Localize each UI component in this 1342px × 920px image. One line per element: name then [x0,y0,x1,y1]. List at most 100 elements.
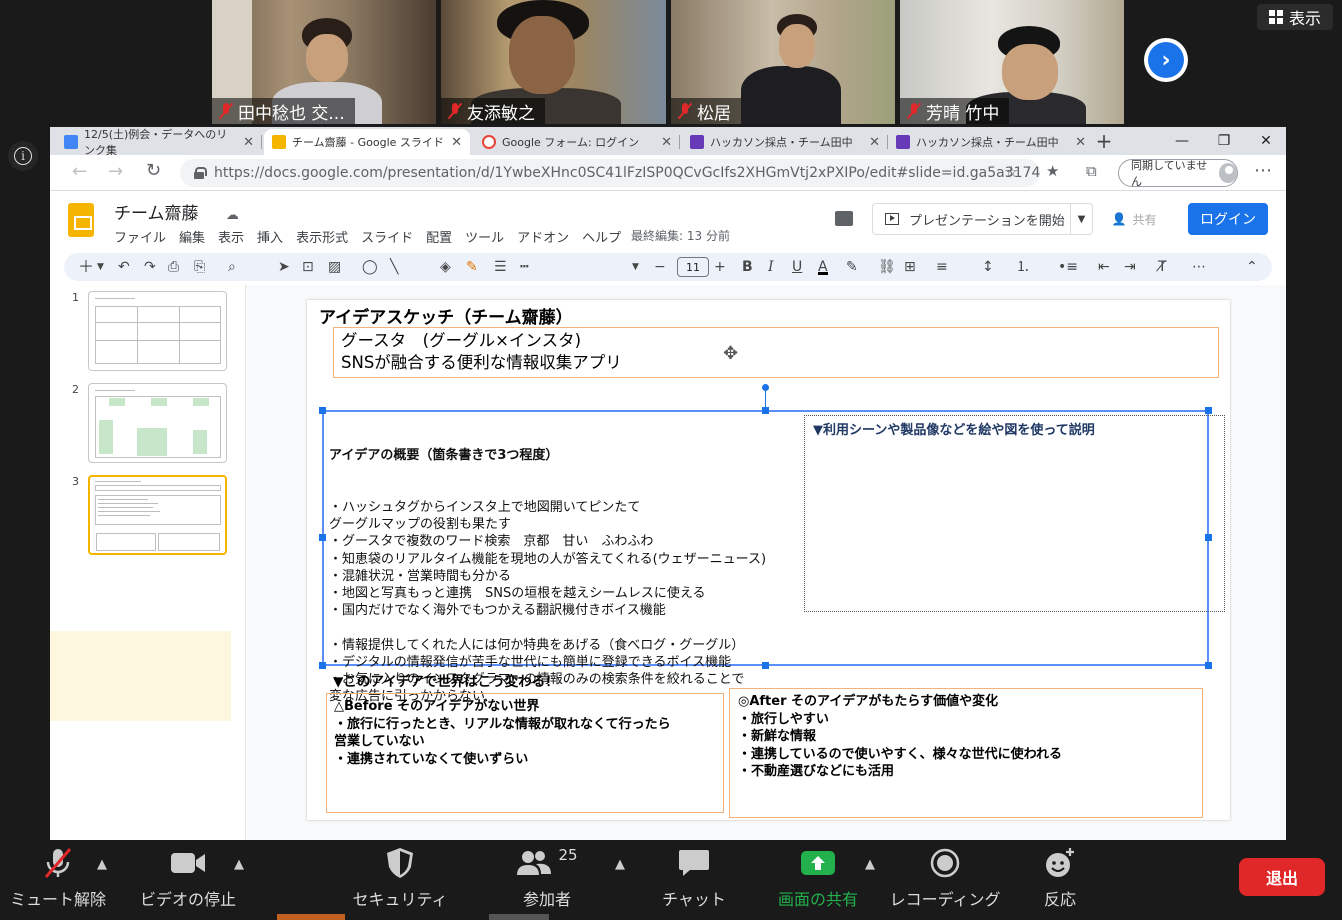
reload-icon[interactable]: ↻ [146,160,161,181]
rotation-handle[interactable] [762,384,769,391]
slide-thumbnail[interactable] [88,291,227,371]
link-icon[interactable]: ⛓ [878,259,896,275]
close-tab-icon[interactable]: ✕ [869,135,880,150]
sync-status-button[interactable]: 同期していません [1118,159,1238,188]
shape-icon[interactable]: ◯ [362,259,378,275]
more-icon[interactable]: ⋯ [1254,160,1272,181]
video-tile-3[interactable]: 松居 [671,0,895,124]
line-icon[interactable]: ╲ [390,259,398,275]
browser-tab[interactable]: ハッカソン採点・チーム田中 ✕ [888,129,1094,155]
italic-icon[interactable]: I [768,259,774,275]
audio-options-caret[interactable]: ▲ [97,857,107,872]
increase-indent-icon[interactable]: ⇥ [1124,259,1136,275]
after-box[interactable]: ◎After そのアイデアがもたらす価値や変化 ・旅行しやすい ・新鮮な情報 ・… [729,688,1203,818]
slide-thumbnail[interactable] [88,383,227,463]
increase-font-icon[interactable]: + [714,259,726,275]
close-tab-icon[interactable]: ✕ [661,135,672,150]
menu-arrange[interactable]: 配置 [426,227,452,246]
concept-text-box[interactable]: グースタ (グーグル×インスタ) SNSが融合する便利な情報収集アプリ [333,327,1219,378]
comment-history-icon[interactable] [835,211,853,226]
line-spacing-icon[interactable]: ↕ [982,259,994,275]
security-button[interactable]: セキュリティ [350,840,450,920]
clear-formatting-icon[interactable]: T̸ [1158,259,1167,275]
forward-icon[interactable]: → [108,161,123,182]
video-tile-2[interactable]: 友添敏之 [441,0,666,124]
resize-handle[interactable] [319,407,326,414]
participants-button[interactable]: 25 参加者 [497,840,597,920]
menu-format[interactable]: 表示形式 [296,227,348,246]
close-tab-icon[interactable]: ✕ [451,135,462,150]
unmute-button[interactable]: ミュート解除 [8,840,108,920]
browser-tab[interactable]: 12/5(土)例会・データへのリンク集 ✕ [56,128,262,157]
bulleted-list-icon[interactable]: •≡ [1058,259,1078,275]
login-button[interactable]: ログイン [1188,203,1268,235]
url-input[interactable]: https://docs.google.com/presentation/d/1… [180,159,1040,187]
resize-handle[interactable] [1205,407,1212,414]
close-tab-icon[interactable]: ✕ [243,135,254,150]
menu-insert[interactable]: 挿入 [257,227,283,246]
paint-format-icon[interactable]: ⎘ [194,259,205,275]
slide-title[interactable]: アイデアスケッチ（チーム齋藤） [319,303,573,328]
collections-icon[interactable]: ⧉ [1086,162,1097,180]
new-tab-button[interactable]: + [1084,127,1124,155]
collapse-toolbar-icon[interactable]: ⌃ [1246,259,1258,275]
participants-options-caret[interactable]: ▲ [615,857,625,872]
resize-handle[interactable] [319,534,326,541]
menu-edit[interactable]: 編集 [179,227,205,246]
minimize-button[interactable]: — [1162,127,1202,155]
border-color-icon[interactable]: ✎ [466,259,478,275]
border-weight-icon[interactable]: ☰ [494,259,507,275]
before-box[interactable]: △Before そのアイデアがない世界 ・旅行に行ったとき、リアルな情報が取れな… [326,693,724,813]
video-tile-4[interactable]: 芳晴 竹中 [900,0,1124,124]
border-dash-icon[interactable]: ┅ [520,259,528,275]
video-tile-1[interactable]: 田中稔也 交... [212,0,436,124]
undo-icon[interactable]: ↶ [118,259,130,275]
chat-button[interactable]: チャット [644,840,744,920]
video-options-caret[interactable]: ▲ [234,857,244,872]
menu-file[interactable]: ファイル [114,227,166,246]
reading-list-icon[interactable]: ★ [1046,162,1059,180]
browser-tab[interactable]: Google フォーム: ログイン ✕ [474,129,680,155]
resize-handle[interactable] [319,662,326,669]
resize-handle[interactable] [1205,662,1212,669]
stop-video-button[interactable]: ビデオの停止 [136,840,240,920]
back-icon[interactable]: ← [72,161,87,182]
decrease-font-icon[interactable]: − [654,259,666,275]
menu-view[interactable]: 表示 [218,227,244,246]
highlight-icon[interactable]: ✎ [846,259,858,275]
browser-tab-active[interactable]: チーム齋藤 - Google スライド ✕ [264,129,470,155]
font-size-input[interactable]: 11 [677,257,709,277]
select-cursor-icon[interactable]: ➤ [278,259,290,275]
present-button[interactable]: プレゼンテーションを開始 ▼ [872,203,1093,235]
fill-color-icon[interactable]: ◈ [440,259,451,275]
image-icon[interactable]: ▨ [328,259,341,275]
current-slide[interactable]: アイデアスケッチ（チーム齋藤） グースタ (グーグル×インスタ) SNSが融合す… [307,300,1230,820]
share-screen-button[interactable]: 画面の共有 [768,840,868,920]
record-button[interactable]: レコーディング [890,840,1000,920]
next-page-button[interactable]: › [1144,38,1188,82]
align-icon[interactable]: ≡ [936,259,948,275]
redo-icon[interactable]: ↷ [144,259,156,275]
maximize-button[interactable]: ❐ [1204,127,1244,155]
meeting-info-icon[interactable]: i [8,141,38,171]
text-box-icon[interactable]: ⊡ [302,259,314,275]
underline-icon[interactable]: U [792,259,802,275]
document-title[interactable]: チーム齋藤 ☁ [114,199,239,224]
decrease-indent-icon[interactable]: ⇤ [1098,259,1110,275]
slide-thumbnail-selected[interactable] [88,475,227,555]
dropdown-icon[interactable]: ▼ [97,259,104,275]
new-slide-icon[interactable]: ＋ [78,259,94,275]
leave-meeting-button[interactable]: 退出 [1239,858,1325,896]
present-dropdown[interactable]: ▼ [1070,204,1092,234]
bookmark-star-icon[interactable]: ☆ [1004,162,1018,181]
print-icon[interactable]: ⎙ [168,259,179,275]
menu-help[interactable]: ヘルプ [582,227,621,246]
text-color-icon[interactable]: A [818,259,828,275]
share-options-caret[interactable]: ▲ [865,857,875,872]
browser-tab[interactable]: ハッカソン採点・チーム田中 ✕ [682,129,888,155]
menu-tools[interactable]: ツール [465,227,504,246]
menu-addons[interactable]: アドオン [517,227,569,246]
more-options-icon[interactable]: ⋯ [1192,259,1206,275]
bold-icon[interactable]: B [742,259,753,275]
zoom-icon[interactable]: ⌕ [228,259,236,275]
